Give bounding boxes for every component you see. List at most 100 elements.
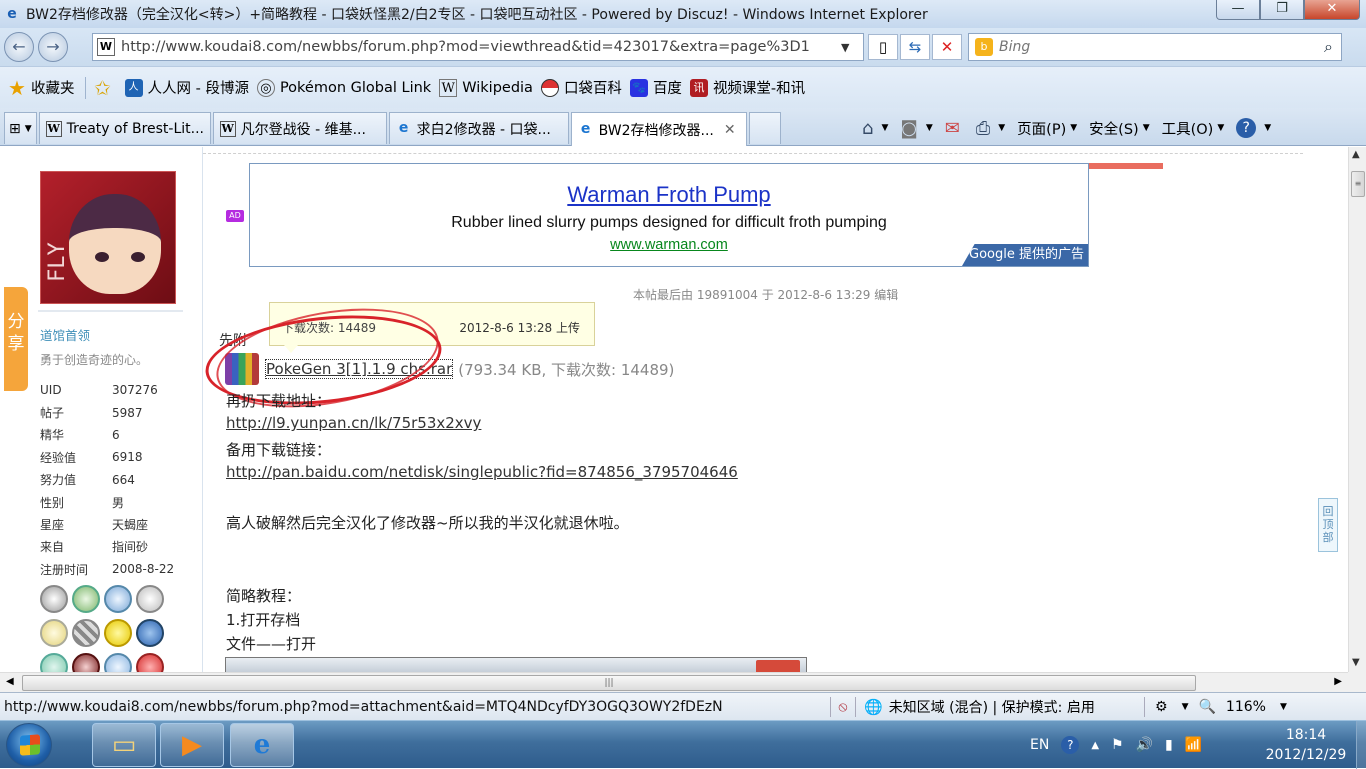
search-box[interactable]: b ⌕ (968, 33, 1342, 61)
chevron-up-icon[interactable]: ▲ (1091, 740, 1099, 751)
system-tray: EN ? ▲ ⚑ 🔊 ▮ 📶 (1030, 721, 1202, 769)
safety-menu[interactable]: 安全(S) ▼ (1089, 118, 1149, 139)
taskbar: ▭ ▶ e EN ? ▲ ⚑ 🔊 ▮ 📶 18:14 2012/12/29 (0, 720, 1366, 769)
back-button[interactable]: ← (4, 32, 34, 62)
medal-icon[interactable] (136, 585, 164, 613)
tab-treaty[interactable]: W Treaty of Brest-Lit... (38, 112, 211, 144)
zoom-level[interactable]: 116% (1226, 699, 1266, 715)
medal-icon[interactable] (40, 585, 68, 613)
google-ad[interactable]: Warman Froth Pump Rubber lined slurry pu… (249, 163, 1089, 267)
tools-menu[interactable]: 工具(O) ▼ (1162, 118, 1225, 139)
mail-button[interactable]: ✉ (945, 118, 964, 139)
close-window-button[interactable]: ✕ (1304, 0, 1360, 20)
security-zone[interactable]: 🌐 未知区域 (混合) | 保护模式: 启用 (864, 697, 1144, 717)
maximize-button[interactable]: ❐ (1260, 0, 1304, 20)
action-center-icon[interactable]: ⚑ (1111, 737, 1124, 753)
power-icon[interactable]: ▮ (1165, 737, 1173, 753)
forward-button[interactable]: → (38, 32, 68, 62)
tab-qiubai2[interactable]: e 求白2修改器 - 口袋... (388, 112, 569, 144)
tab-bw2-active[interactable]: e BW2存档修改器... ✕ (570, 112, 747, 146)
window-title: BW2存档修改器（完全汉化<转>）+简略教程 - 口袋妖怪黑2/白2专区 - 口… (26, 7, 928, 23)
fav-item-renren[interactable]: 人 人人网 - 段博源 (124, 77, 249, 98)
tab-verdun[interactable]: W 凡尔登战役 - 维基... (212, 112, 387, 144)
help-button[interactable]: ? ▼ (1236, 118, 1271, 138)
quick-tabs-button[interactable]: ⊞ ▼ (4, 112, 37, 144)
fav-item-baidu[interactable]: 🐾 百度 (629, 77, 682, 98)
medal-icon[interactable] (104, 619, 132, 647)
popup-icon[interactable]: ⚙ (1155, 699, 1168, 715)
search-input[interactable] (999, 39, 1299, 55)
clock[interactable]: 18:14 2012/12/29 (1256, 725, 1356, 765)
zoom-icon[interactable]: 🔍 (1198, 699, 1215, 715)
google-ads-label[interactable]: Google 提供的广告 (962, 244, 1088, 266)
yunpan-link[interactable]: http://l9.yunpan.cn/lk/75r53x2xvy (226, 414, 481, 432)
input-language[interactable]: EN (1030, 737, 1049, 753)
scroll-right-icon[interactable]: ▶ (1334, 676, 1342, 687)
wikipedia-icon: W (219, 120, 236, 137)
minimize-button[interactable]: — (1216, 0, 1260, 20)
home-button[interactable]: ⌂ ▼ (862, 118, 888, 139)
medal-icon[interactable] (104, 653, 132, 672)
stop-icon[interactable]: ✕ (932, 34, 962, 60)
medal-icon[interactable] (40, 653, 68, 672)
back-to-top-button[interactable]: 回顶部 (1318, 498, 1338, 552)
address-dropdown-icon[interactable]: ▼ (841, 41, 849, 54)
privacy-icon[interactable]: ⦸ (831, 699, 855, 715)
horizontal-scrollbar[interactable]: ◀ ||| ▶ (0, 672, 1348, 692)
share-tab[interactable]: 分享 (4, 287, 28, 391)
medal-icon[interactable] (104, 585, 132, 613)
address-input[interactable] (121, 39, 841, 55)
baidu-pan-link[interactable]: http://pan.baidu.com/netdisk/singlepubli… (226, 463, 738, 481)
chevron-down-icon[interactable]: ▼ (1280, 702, 1287, 712)
scroll-left-icon[interactable]: ◀ (6, 676, 14, 687)
medal-icon[interactable] (72, 653, 100, 672)
stat-gender: 性别 男 (40, 491, 190, 513)
compatibility-view-icon[interactable]: ▯ (868, 34, 898, 60)
volume-icon[interactable]: 🔊 (1136, 737, 1153, 753)
start-button[interactable] (6, 723, 52, 767)
stat-value[interactable]: 5987 (112, 406, 143, 420)
fav-item-wikipedia[interactable]: W Wikipedia (439, 78, 533, 97)
sidebar-divider (38, 310, 183, 312)
medal-icon[interactable] (136, 619, 164, 647)
refresh-icon[interactable]: ⇆ (900, 34, 930, 60)
scroll-thumb[interactable]: ≡ (1351, 171, 1365, 197)
tab-bar: ⊞ ▼ W Treaty of Brest-Lit... W 凡尔登战役 - 维基… (0, 108, 1366, 146)
ie-taskbar-button[interactable]: e (230, 723, 294, 767)
add-favorite-button[interactable]: ✩ (94, 78, 117, 98)
avatar[interactable]: FLY (40, 171, 176, 304)
new-tab-button[interactable] (748, 112, 781, 144)
search-icon[interactable]: ⌕ (1324, 37, 1333, 57)
show-desktop-button[interactable] (1356, 721, 1366, 769)
chevron-down-icon[interactable]: ▼ (1182, 702, 1189, 712)
fav-item-pokebaike[interactable]: 口袋百科 (540, 77, 622, 98)
fav-item-hexun[interactable]: 讯 视频课堂-和讯 (689, 77, 805, 98)
tabs: ⊞ ▼ W Treaty of Brest-Lit... W 凡尔登战役 - 维基… (4, 112, 783, 146)
address-box[interactable]: W ▼ (92, 33, 864, 61)
scroll-down-icon[interactable]: ▼ (1352, 657, 1360, 668)
network-icon[interactable]: 📶 (1185, 737, 1202, 753)
favorites-bar: ★ 收藏夹 ✩ 人 人人网 - 段博源 ◎ Pokémon Global Lin… (0, 66, 1366, 108)
hscroll-thumb[interactable]: ||| (22, 675, 1196, 691)
avatar-eye (95, 252, 109, 262)
medal-icon[interactable] (72, 619, 100, 647)
close-tab-icon[interactable]: ✕ (724, 122, 736, 138)
ad-title-link[interactable]: Warman Froth Pump (250, 182, 1088, 208)
print-button[interactable]: ⎙ ▼ (976, 118, 1005, 139)
medal-icon[interactable] (136, 653, 164, 672)
media-player-taskbar-button[interactable]: ▶ (160, 723, 224, 767)
medal-icon[interactable] (72, 585, 100, 613)
medal-icon[interactable] (40, 619, 68, 647)
stat-value[interactable]: 307276 (112, 383, 158, 397)
scroll-up-icon[interactable]: ▲ (1352, 149, 1360, 160)
ad-url-link[interactable]: www.warman.com (250, 237, 1088, 253)
user-group[interactable]: 道馆首领 (40, 325, 90, 344)
feeds-button[interactable]: ◙ ▼ (900, 118, 932, 139)
stat-value[interactable]: 6 (112, 428, 120, 442)
vertical-scrollbar[interactable]: ▲ ≡ ▼ (1348, 147, 1366, 672)
fav-item-pgl[interactable]: ◎ Pokémon Global Link (256, 78, 431, 97)
explorer-taskbar-button[interactable]: ▭ (92, 723, 156, 767)
help-icon[interactable]: ? (1061, 736, 1080, 754)
favorites-button[interactable]: ★ 收藏夹 (8, 77, 74, 98)
page-menu[interactable]: 页面(P) ▼ (1017, 118, 1077, 139)
